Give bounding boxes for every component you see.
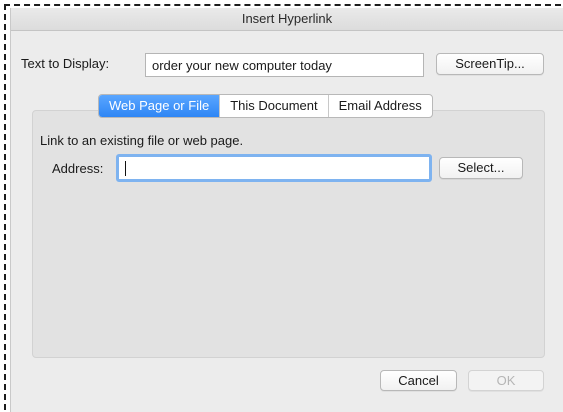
cancel-button[interactable]: Cancel — [380, 370, 457, 391]
screentip-button[interactable]: ScreenTip... — [436, 53, 544, 75]
address-input[interactable] — [116, 154, 432, 182]
text-to-display-value: order your new computer today — [152, 57, 332, 73]
insert-hyperlink-dialog: Insert Hyperlink Text to Display: order … — [10, 8, 563, 412]
tab-web-page-or-file[interactable]: Web Page or File — [99, 95, 221, 117]
dialog-title: Insert Hyperlink — [11, 8, 563, 31]
tab-email-address[interactable]: Email Address — [329, 95, 432, 117]
text-to-display-input[interactable]: order your new computer today — [145, 53, 424, 77]
select-button[interactable]: Select... — [439, 157, 523, 179]
tab-this-document[interactable]: This Document — [220, 95, 329, 117]
link-instruction: Link to an existing file or web page. — [40, 133, 244, 148]
ok-button[interactable]: OK — [468, 370, 544, 391]
text-cursor — [125, 160, 126, 176]
link-type-tabs: Web Page or File This Document Email Add… — [98, 94, 433, 118]
address-label: Address: — [52, 161, 104, 176]
text-to-display-label: Text to Display: — [21, 56, 110, 71]
